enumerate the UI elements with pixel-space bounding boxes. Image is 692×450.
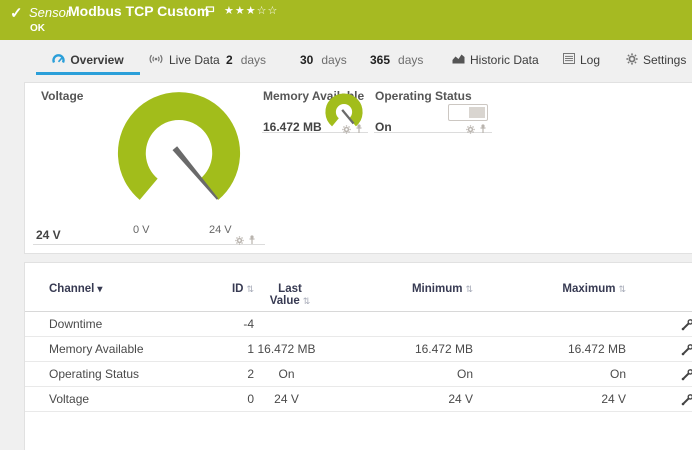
priority-stars[interactable]: ★★★☆☆ [224,4,278,17]
column-header-last-value[interactable]: Last Value⇅ [254,277,326,312]
cell-min: On [326,362,473,387]
cell-max: 16.472 MB [473,337,626,362]
cell-id: 1 [219,337,254,362]
tab-2-days[interactable]: 2days [226,48,266,72]
voltage-pin-icon[interactable] [248,232,256,250]
cell-last: On [254,362,326,387]
voltage-gauge [104,91,254,226]
tab-historic-label: Historic Data [470,53,539,67]
tab-live-data-label: Live Data [169,53,220,67]
stars-empty: ☆☆ [257,5,279,17]
gear-icon [626,53,638,68]
tab-overview-label: Overview [70,53,123,67]
tab-30-days[interactable]: 30days [300,48,347,72]
broadcast-icon [148,53,164,67]
cell-channel[interactable]: Voltage [25,387,219,412]
cell-last: 24 V [254,387,326,412]
column-header-id[interactable]: ID⇅ [219,277,254,312]
tab-365-days[interactable]: 365days [370,48,423,72]
tab-bar: Overview Live Data 2days 30days 365days [0,48,692,75]
channel-filter-caret-icon[interactable]: ▾ [97,284,102,295]
cell-last: 16.472 MB [254,337,326,362]
table-row-memory-available[interactable]: Memory Available 1 16.472 MB 16.472 MB 1… [25,337,692,362]
cell-id: -4 [219,312,254,337]
table-header-row: Channel▾ ID⇅ Last Value⇅ Minimum⇅ Maximu… [25,277,692,312]
cell-last [254,312,326,337]
pause-flag-icon[interactable] [205,4,215,22]
sensor-header: ✓ Sensor Modbus TCP Custom ★★★☆☆ OK [0,0,692,40]
memory-gear-icon[interactable] [342,121,351,139]
voltage-gear-icon[interactable] [235,232,244,250]
stars-filled: ★★★ [224,5,257,17]
switch-knob [469,107,485,118]
memory-pin-icon[interactable] [355,121,363,139]
status-badge: OK [30,23,45,34]
tab-settings-label: Settings [643,53,686,67]
cell-channel[interactable]: Downtime [25,312,219,337]
cell-id: 2 [219,362,254,387]
column-header-actions [626,277,692,312]
voltage-value: 24 V [36,228,61,242]
column-header-maximum[interactable]: Maximum⇅ [473,277,626,312]
operating-status-switch [448,104,488,121]
tab-log[interactable]: Log [563,48,600,72]
operating-pin-icon[interactable] [479,121,487,139]
object-kind-label: Sensor [29,5,70,20]
overview-gauges-panel: Voltage 0 V 24 V 24 V [24,82,692,254]
cell-channel[interactable]: Memory Available [25,337,219,362]
channel-settings-wrench-icon[interactable] [680,368,692,385]
tab-overview[interactable]: Overview [36,48,140,75]
cell-max: 24 V [473,387,626,412]
cell-min: 24 V [326,387,473,412]
tab-live-data[interactable]: Live Data [148,48,220,72]
gauge-icon [52,53,65,67]
cell-min: 16.472 MB [326,337,473,362]
cell-channel[interactable]: Operating Status [25,362,219,387]
table-row-voltage[interactable]: Voltage 0 24 V 24 V 24 V [25,387,692,412]
log-list-icon [563,53,575,67]
cell-id: 0 [219,387,254,412]
voltage-scale-min: 0 V [133,224,150,236]
sort-icon[interactable]: ⇅ [465,284,473,294]
sort-icon[interactable]: ⇅ [303,296,311,306]
tab-historic-data[interactable]: Historic Data [452,48,539,72]
operating-status-title: Operating Status [375,89,472,103]
cell-max [473,312,626,337]
sensor-title: Modbus TCP Custom [68,3,209,19]
channel-settings-wrench-icon[interactable] [680,343,692,360]
cell-max: On [473,362,626,387]
operating-gear-icon[interactable] [466,121,475,139]
channel-table: Channel▾ ID⇅ Last Value⇅ Minimum⇅ Maximu… [25,277,692,412]
cell-min [326,312,473,337]
status-ok-check-icon: ✓ [10,4,23,22]
channel-settings-wrench-icon[interactable] [680,393,692,410]
voltage-gauge-title: Voltage [41,89,83,103]
prtg-sensor-page: ✓ Sensor Modbus TCP Custom ★★★☆☆ OK Over… [0,0,692,450]
voltage-divider [33,244,265,245]
column-header-minimum[interactable]: Minimum⇅ [326,277,473,312]
voltage-scale-max: 24 V [209,224,232,236]
table-row-operating-status[interactable]: Operating Status 2 On On On [25,362,692,387]
tab-settings[interactable]: Settings [626,48,686,72]
channel-table-panel: Channel▾ ID⇅ Last Value⇅ Minimum⇅ Maximu… [24,262,692,450]
column-header-channel[interactable]: Channel▾ [25,277,219,312]
sort-icon[interactable]: ⇅ [618,284,626,294]
area-chart-icon [452,53,465,67]
tab-log-label: Log [580,53,600,67]
channel-settings-wrench-icon[interactable] [680,318,692,335]
sort-icon[interactable]: ⇅ [246,284,254,294]
table-row-downtime[interactable]: Downtime -4 [25,312,692,337]
